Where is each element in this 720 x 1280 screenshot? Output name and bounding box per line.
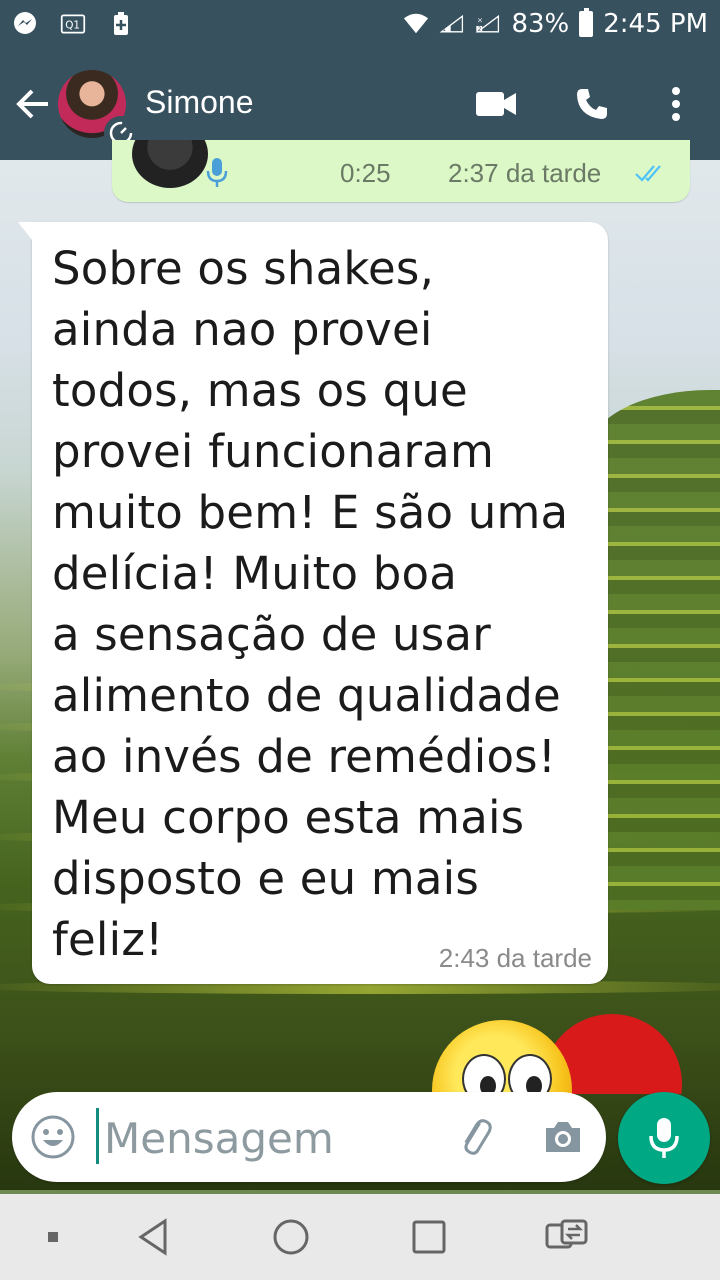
wifi-calling-icon: Q1 bbox=[60, 11, 86, 37]
emoji-sticker[interactable] bbox=[432, 1014, 684, 1094]
svg-text:2: 2 bbox=[478, 27, 482, 33]
outgoing-voice-message[interactable]: 0:25 2:37 da tarde bbox=[112, 140, 690, 202]
mic-icon bbox=[649, 1118, 679, 1158]
nav-back-icon[interactable] bbox=[130, 1214, 176, 1260]
wifi-icon bbox=[403, 11, 429, 37]
phone-icon[interactable] bbox=[568, 80, 616, 128]
nav-switch-sim-icon[interactable] bbox=[544, 1214, 590, 1260]
mic-button[interactable] bbox=[618, 1092, 710, 1184]
text-cursor bbox=[96, 1108, 99, 1164]
video-call-icon[interactable] bbox=[472, 80, 520, 128]
battery-percent: 83% bbox=[511, 9, 570, 39]
battery-saver-icon bbox=[108, 11, 134, 37]
svg-text:1: 1 bbox=[443, 27, 447, 33]
battery-icon bbox=[579, 8, 594, 37]
system-nav-bar bbox=[0, 1194, 720, 1280]
message-input[interactable] bbox=[102, 1106, 436, 1170]
nav-home-icon[interactable] bbox=[268, 1214, 314, 1260]
nav-menu-icon[interactable] bbox=[30, 1214, 76, 1260]
signal-sim2-icon: × 2 bbox=[475, 11, 501, 37]
mic-icon bbox=[206, 158, 228, 188]
svg-text:×: × bbox=[477, 16, 483, 25]
attach-icon[interactable] bbox=[452, 1114, 498, 1160]
svg-text:Q1: Q1 bbox=[65, 19, 80, 31]
message-text: Sobre os shakes, ainda nao provei todos,… bbox=[52, 242, 569, 966]
messenger-icon bbox=[12, 11, 38, 37]
message-time: 2:43 da tarde bbox=[438, 943, 592, 973]
status-bar: Q1 1 × 2 83% 2:45 PM bbox=[0, 0, 720, 48]
more-vert-icon[interactable] bbox=[652, 80, 700, 128]
back-arrow-icon[interactable] bbox=[14, 86, 54, 122]
camera-icon[interactable] bbox=[540, 1114, 586, 1160]
status-time: 2:45 PM bbox=[603, 9, 708, 39]
nav-recents-icon[interactable] bbox=[406, 1214, 452, 1260]
message-composer bbox=[12, 1092, 606, 1182]
contact-name[interactable]: Simone bbox=[145, 84, 254, 121]
incoming-message[interactable]: Sobre os shakes, ainda nao provei todos,… bbox=[18, 222, 608, 984]
emoji-icon[interactable] bbox=[30, 1114, 76, 1160]
signal-sim1-icon: 1 bbox=[439, 11, 465, 37]
voice-duration: 0:25 bbox=[340, 158, 391, 188]
message-time: 2:37 da tarde bbox=[448, 158, 602, 188]
double-check-icon bbox=[634, 162, 664, 184]
